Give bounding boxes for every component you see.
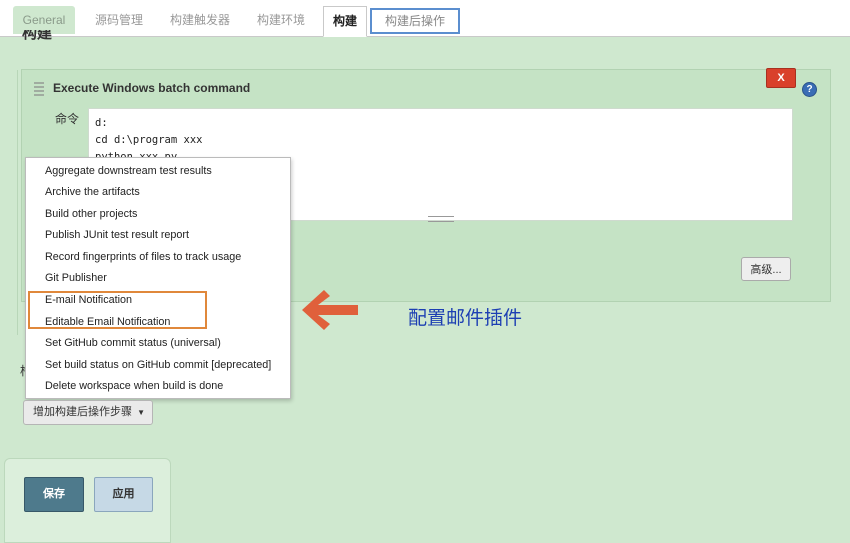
drag-handle-icon[interactable] (34, 82, 44, 96)
menu-item-github-build-status-deprecated[interactable]: Set build status on GitHub commit [depre… (45, 359, 271, 371)
section-title: 构建 (22, 30, 53, 42)
menu-item-delete-workspace[interactable]: Delete workspace when build is done (45, 380, 223, 392)
menu-item-aggregate-downstream[interactable]: Aggregate downstream test results (45, 165, 212, 177)
command-line: cd d:\program xxx (95, 134, 203, 146)
arrow-left-icon (302, 290, 358, 330)
post-build-action-menu: Aggregate downstream test results Archiv… (25, 157, 291, 399)
help-icon[interactable]: ? (802, 82, 817, 97)
menu-item-github-commit-status[interactable]: Set GitHub commit status (universal) (45, 337, 221, 349)
tab-build-triggers[interactable]: 构建触发器 (162, 6, 238, 34)
menu-item-build-other-projects[interactable]: Build other projects (45, 208, 137, 220)
tab-post-build-actions[interactable]: 构建后操作 (370, 8, 460, 34)
tab-build[interactable]: 构建 (323, 6, 367, 37)
tab-source-management[interactable]: 源码管理 (86, 6, 152, 34)
save-button[interactable]: 保存 (24, 477, 84, 512)
menu-item-git-publisher[interactable]: Git Publisher (45, 272, 107, 284)
email-items-highlight (28, 291, 207, 329)
menu-item-record-fingerprints[interactable]: Record fingerprints of files to track us… (45, 251, 241, 263)
config-tab-bar: General 源码管理 构建触发器 构建环境 构建 构建后操作 (0, 0, 850, 37)
apply-button[interactable]: 应用 (94, 477, 153, 512)
add-post-build-step-button[interactable]: 增加构建后操作步骤 ▼ (23, 400, 153, 425)
command-line: d: (95, 117, 108, 129)
tab-build-environment[interactable]: 构建环境 (248, 6, 314, 34)
advanced-button[interactable]: 高级... (741, 257, 791, 281)
section-divider (17, 70, 18, 335)
menu-item-archive-artifacts[interactable]: Archive the artifacts (45, 186, 140, 198)
annotation-text: 配置邮件插件 (408, 307, 523, 329)
delete-step-button[interactable]: X (766, 68, 796, 88)
build-step-title: Execute Windows batch command (53, 81, 251, 95)
caret-down-icon: ▼ (137, 408, 145, 417)
menu-item-publish-junit[interactable]: Publish JUnit test result report (45, 229, 189, 241)
add-post-build-step-label: 增加构建后操作步骤 (33, 406, 132, 418)
command-label: 命令 (55, 112, 80, 126)
textarea-resize-handle[interactable] (428, 216, 454, 222)
